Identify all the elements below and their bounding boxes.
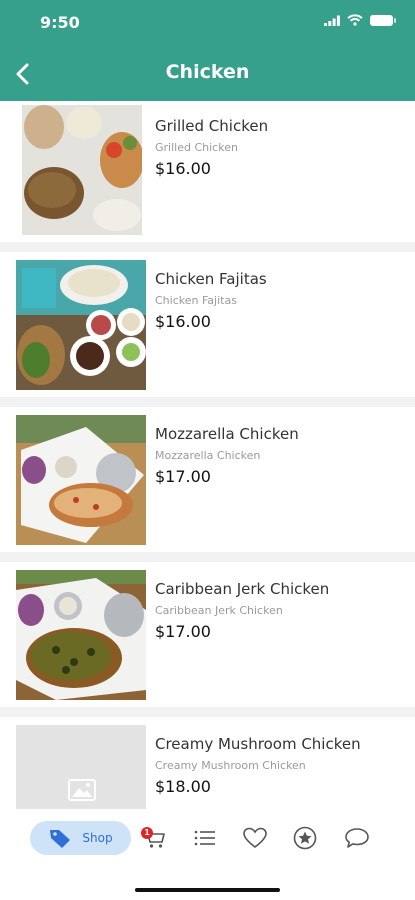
separator <box>0 242 415 252</box>
item-name: Chicken Fajitas <box>155 270 267 288</box>
bottom-tab-bar: Shop 1 <box>0 809 415 900</box>
item-price: $17.00 <box>155 467 211 486</box>
item-price: $17.00 <box>155 622 211 641</box>
item-subtitle: Caribbean Jerk Chicken <box>155 604 283 617</box>
separator <box>0 552 415 562</box>
separator <box>0 707 415 717</box>
item-subtitle: Mozzarella Chicken <box>155 449 261 462</box>
item-name: Mozzarella Chicken <box>155 425 299 443</box>
list-item[interactable]: Chicken Fajitas Chicken Fajitas $16.00 <box>0 252 415 392</box>
product-image <box>22 105 142 235</box>
status-icons <box>324 14 396 26</box>
product-list[interactable]: Grilled Chicken Grilled Chicken $16.00 C… <box>0 101 415 809</box>
item-name: Grilled Chicken <box>155 117 269 135</box>
item-subtitle: Chicken Fajitas <box>155 294 237 307</box>
item-subtitle: Grilled Chicken <box>155 141 238 154</box>
tab-chat[interactable] <box>343 821 371 855</box>
list-item[interactable]: Mozzarella Chicken Mozzarella Chicken $1… <box>0 407 415 547</box>
list-item[interactable]: Grilled Chicken Grilled Chicken $16.00 <box>0 101 415 241</box>
tab-list[interactable] <box>192 821 218 855</box>
tab-favorites[interactable] <box>242 821 268 855</box>
list-icon <box>194 830 215 846</box>
image-placeholder-icon <box>68 779 96 801</box>
item-info: Creamy Mushroom Chicken Creamy Mushroom … <box>155 735 405 796</box>
separator <box>0 397 415 407</box>
list-item[interactable]: Caribbean Jerk Chicken Caribbean Jerk Ch… <box>0 562 415 702</box>
battery-icon <box>370 14 396 26</box>
star-icon <box>293 826 317 850</box>
status-time: 9:50 <box>40 13 80 32</box>
tab-shop[interactable]: Shop <box>30 821 131 855</box>
product-image <box>16 415 146 545</box>
cart-badge: 1 <box>141 827 153 839</box>
item-info: Grilled Chicken Grilled Chicken $16.00 <box>155 117 405 178</box>
item-price: $16.00 <box>155 159 211 178</box>
app-header: 9:50 Chicken <box>0 0 415 101</box>
item-price: $18.00 <box>155 777 211 796</box>
tab-rewards[interactable] <box>292 821 318 855</box>
product-image <box>16 260 146 390</box>
item-name: Caribbean Jerk Chicken <box>155 580 330 598</box>
tag-icon <box>50 830 71 848</box>
chat-icon <box>345 828 369 848</box>
home-indicator <box>135 888 280 892</box>
item-subtitle: Creamy Mushroom Chicken <box>155 759 306 772</box>
item-info: Caribbean Jerk Chicken Caribbean Jerk Ch… <box>155 580 405 641</box>
heart-icon <box>243 827 267 849</box>
wifi-icon <box>347 14 363 26</box>
product-image <box>16 570 146 700</box>
item-info: Mozzarella Chicken Mozzarella Chicken $1… <box>155 425 405 486</box>
page-title: Chicken <box>165 61 250 83</box>
item-name: Creamy Mushroom Chicken <box>155 735 361 753</box>
item-price: $16.00 <box>155 312 211 331</box>
product-image-placeholder <box>16 725 146 809</box>
list-item[interactable]: Creamy Mushroom Chicken Creamy Mushroom … <box>0 717 415 809</box>
item-info: Chicken Fajitas Chicken Fajitas $16.00 <box>155 270 405 331</box>
shop-label: Shop <box>82 831 113 845</box>
signal-icon <box>324 15 340 26</box>
